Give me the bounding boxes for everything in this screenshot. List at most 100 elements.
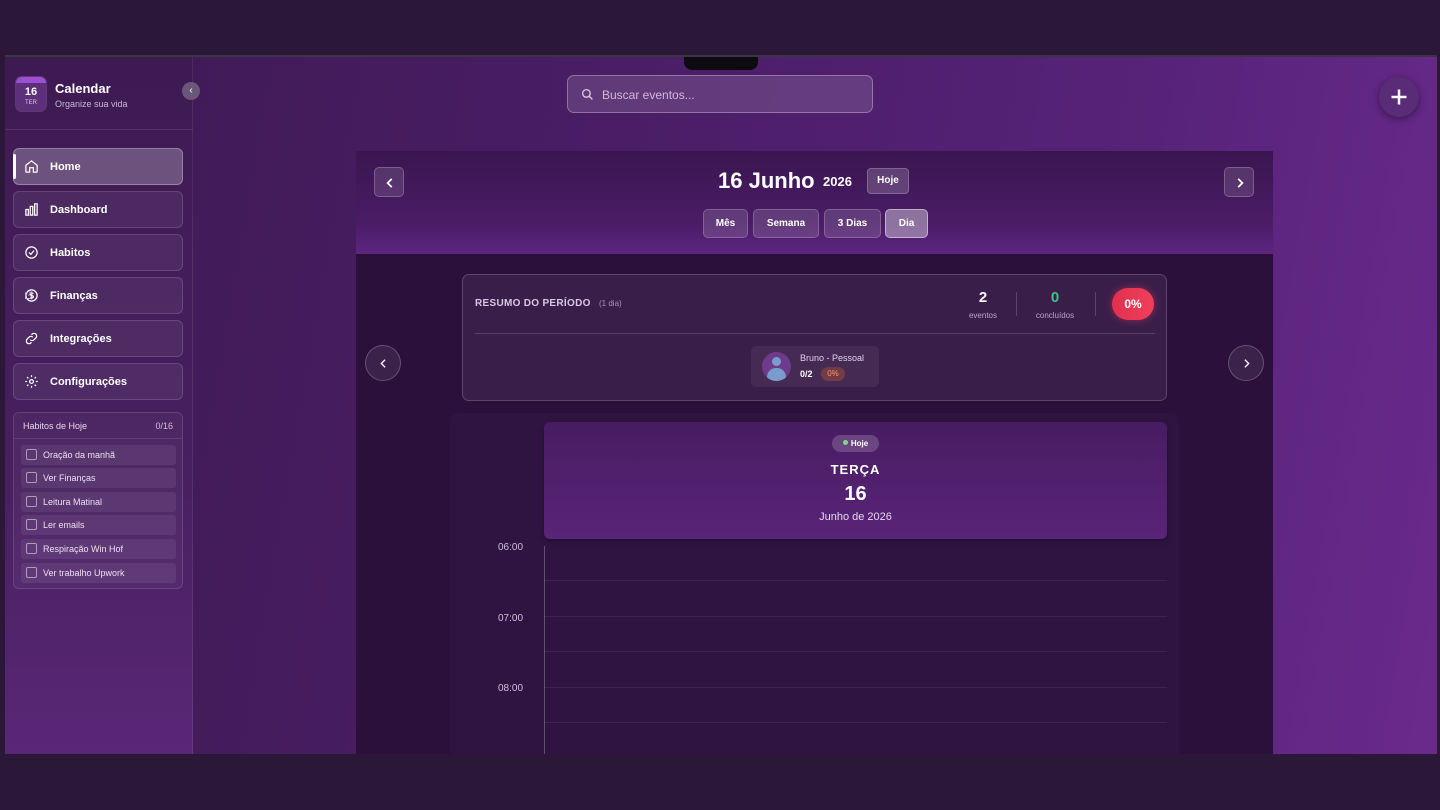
next-period-button[interactable] (1224, 167, 1254, 197)
logo-day: 16 (24, 86, 38, 98)
search-icon (581, 88, 593, 100)
search-box[interactable] (567, 75, 873, 113)
home-icon (25, 160, 38, 173)
habit-checkbox[interactable] (26, 543, 37, 554)
chevron-right-icon (1237, 178, 1244, 188)
sidebar-item-label: Finanças (50, 290, 98, 302)
calendar-main: 16 Junho 2026 Hoje Mês Semana 3 Dias Dia… (356, 151, 1273, 754)
divider (475, 333, 1155, 334)
habit-item[interactable]: Respiração Win Hof (21, 539, 176, 559)
sidebar-item-habitos[interactable]: Habitos (13, 234, 183, 271)
habit-checkbox[interactable] (26, 472, 37, 483)
habits-count: 0/16 (155, 421, 173, 431)
habit-label: Ver Finanças (43, 473, 96, 483)
app-subtitle: Organize sua vida (55, 99, 128, 109)
completion-percent-badge: 0% (1112, 288, 1154, 320)
habit-item[interactable]: Leitura Matinal (21, 492, 176, 512)
summary-next-button[interactable] (1228, 345, 1264, 381)
sidebar-item-dashboard[interactable]: Dashboard (13, 191, 183, 228)
habit-item[interactable]: Ver Finanças (21, 468, 176, 488)
prev-period-button[interactable] (374, 167, 404, 197)
tab-dia[interactable]: Dia (885, 209, 928, 238)
divider (5, 129, 193, 130)
search-input[interactable] (602, 85, 852, 105)
divider (1016, 292, 1017, 316)
hour-slot[interactable] (544, 687, 1167, 688)
current-date-title: 16 Junho (718, 168, 815, 193)
sidebar-item-financas[interactable]: Finanças (13, 277, 183, 314)
summary-title: RESUMO DO PERÍODO (475, 298, 591, 309)
sidebar-item-label: Habitos (50, 247, 91, 259)
events-count: 2 (978, 289, 988, 306)
owner-name: Bruno - Pessoal (800, 353, 865, 363)
calendar-header: 16 Junho 2026 Hoje Mês Semana 3 Dias Dia (356, 151, 1273, 254)
app-window: 16 TER Calendar Organize sua vida ‹ Home… (5, 55, 1437, 754)
sidebar-item-label: Home (50, 161, 81, 173)
chevron-right-icon (1244, 359, 1250, 368)
habit-item[interactable]: Ler emails (21, 515, 176, 535)
today-badge: Hoje (832, 435, 879, 452)
tab-3-dias[interactable]: 3 Dias (824, 209, 881, 238)
tab-mes[interactable]: Mês (703, 209, 748, 238)
sidebar-item-label: Integrações (50, 333, 112, 345)
plus-icon (1391, 89, 1407, 105)
day-month-year: Junho de 2026 (819, 511, 892, 523)
hour-label: 06:00 (498, 542, 524, 553)
hour-label: 07:00 (498, 613, 524, 624)
period-summary-card: RESUMO DO PERÍODO (1 dia) 2 eventos 0 co… (462, 274, 1167, 401)
tab-semana[interactable]: Semana (753, 209, 819, 238)
link-icon (25, 332, 38, 345)
summary-prev-button[interactable] (365, 345, 401, 381)
habits-today-panel: Habitos de Hoje 0/16 Oração da manhã Ver… (13, 412, 183, 589)
sidebar-item-integracoes[interactable]: Integrações (13, 320, 183, 357)
habit-checkbox[interactable] (26, 519, 37, 530)
day-view: Hoje TERÇA 16 Junho de 2026 06:00 07:00 … (450, 413, 1179, 754)
owner-percent-badge: 0% (821, 367, 845, 381)
divider (14, 438, 182, 439)
avatar (762, 352, 791, 381)
sidebar-item-label: Configurações (50, 376, 128, 388)
hour-label: 08:00 (498, 683, 524, 694)
hour-slot[interactable] (544, 616, 1167, 617)
habit-checkbox[interactable] (26, 567, 37, 578)
summary-period: (1 dia) (599, 299, 622, 308)
half-hour-line (544, 722, 1167, 723)
habits-title: Habitos de Hoje (23, 421, 88, 431)
sidebar-item-home[interactable]: Home (13, 148, 183, 185)
habit-label: Respiração Win Hof (43, 544, 124, 554)
calendar-owner-card[interactable]: Bruno - Pessoal 0/2 0% (751, 346, 879, 387)
today-button[interactable]: Hoje (867, 168, 909, 194)
habit-item[interactable]: Ver trabalho Upwork (21, 563, 176, 583)
sidebar-item-label: Dashboard (50, 204, 108, 216)
calendar-logo-icon: 16 TER (16, 77, 46, 111)
today-dot-icon (842, 440, 848, 445)
habit-label: Leitura Matinal (43, 497, 103, 507)
habit-checkbox[interactable] (26, 449, 37, 460)
add-event-button[interactable] (1379, 77, 1419, 117)
habit-label: Ver trabalho Upwork (43, 568, 125, 578)
half-hour-line (544, 651, 1167, 652)
app-title: Calendar (55, 81, 111, 96)
current-year: 2026 (823, 174, 852, 189)
check-circle-icon (25, 246, 38, 259)
events-label: eventos (968, 311, 998, 320)
collapse-sidebar-button[interactable]: ‹ (182, 82, 200, 100)
sidebar-item-configuracoes[interactable]: Configurações (13, 363, 183, 400)
done-label: concluídos (1035, 311, 1075, 320)
day-weekday: TERÇA (830, 462, 881, 477)
sidebar: 16 TER Calendar Organize sua vida ‹ Home… (5, 57, 200, 754)
camera-notch (684, 57, 758, 70)
bar-chart-icon (25, 203, 38, 216)
habit-item[interactable]: Oração da manhã (21, 445, 176, 465)
external-link-icon (25, 291, 33, 299)
divider (1095, 292, 1096, 316)
day-number: 16 (844, 483, 867, 505)
calendar-body: RESUMO DO PERÍODO (1 dia) 2 eventos 0 co… (356, 254, 1273, 754)
owner-progress-count: 0/2 (800, 369, 813, 379)
gear-icon (25, 375, 38, 388)
habit-label: Oração da manhã (43, 450, 116, 460)
habit-label: Ler emails (43, 520, 85, 530)
day-header: Hoje TERÇA 16 Junho de 2026 (544, 422, 1167, 539)
habit-checkbox[interactable] (26, 496, 37, 507)
half-hour-line (544, 580, 1167, 581)
